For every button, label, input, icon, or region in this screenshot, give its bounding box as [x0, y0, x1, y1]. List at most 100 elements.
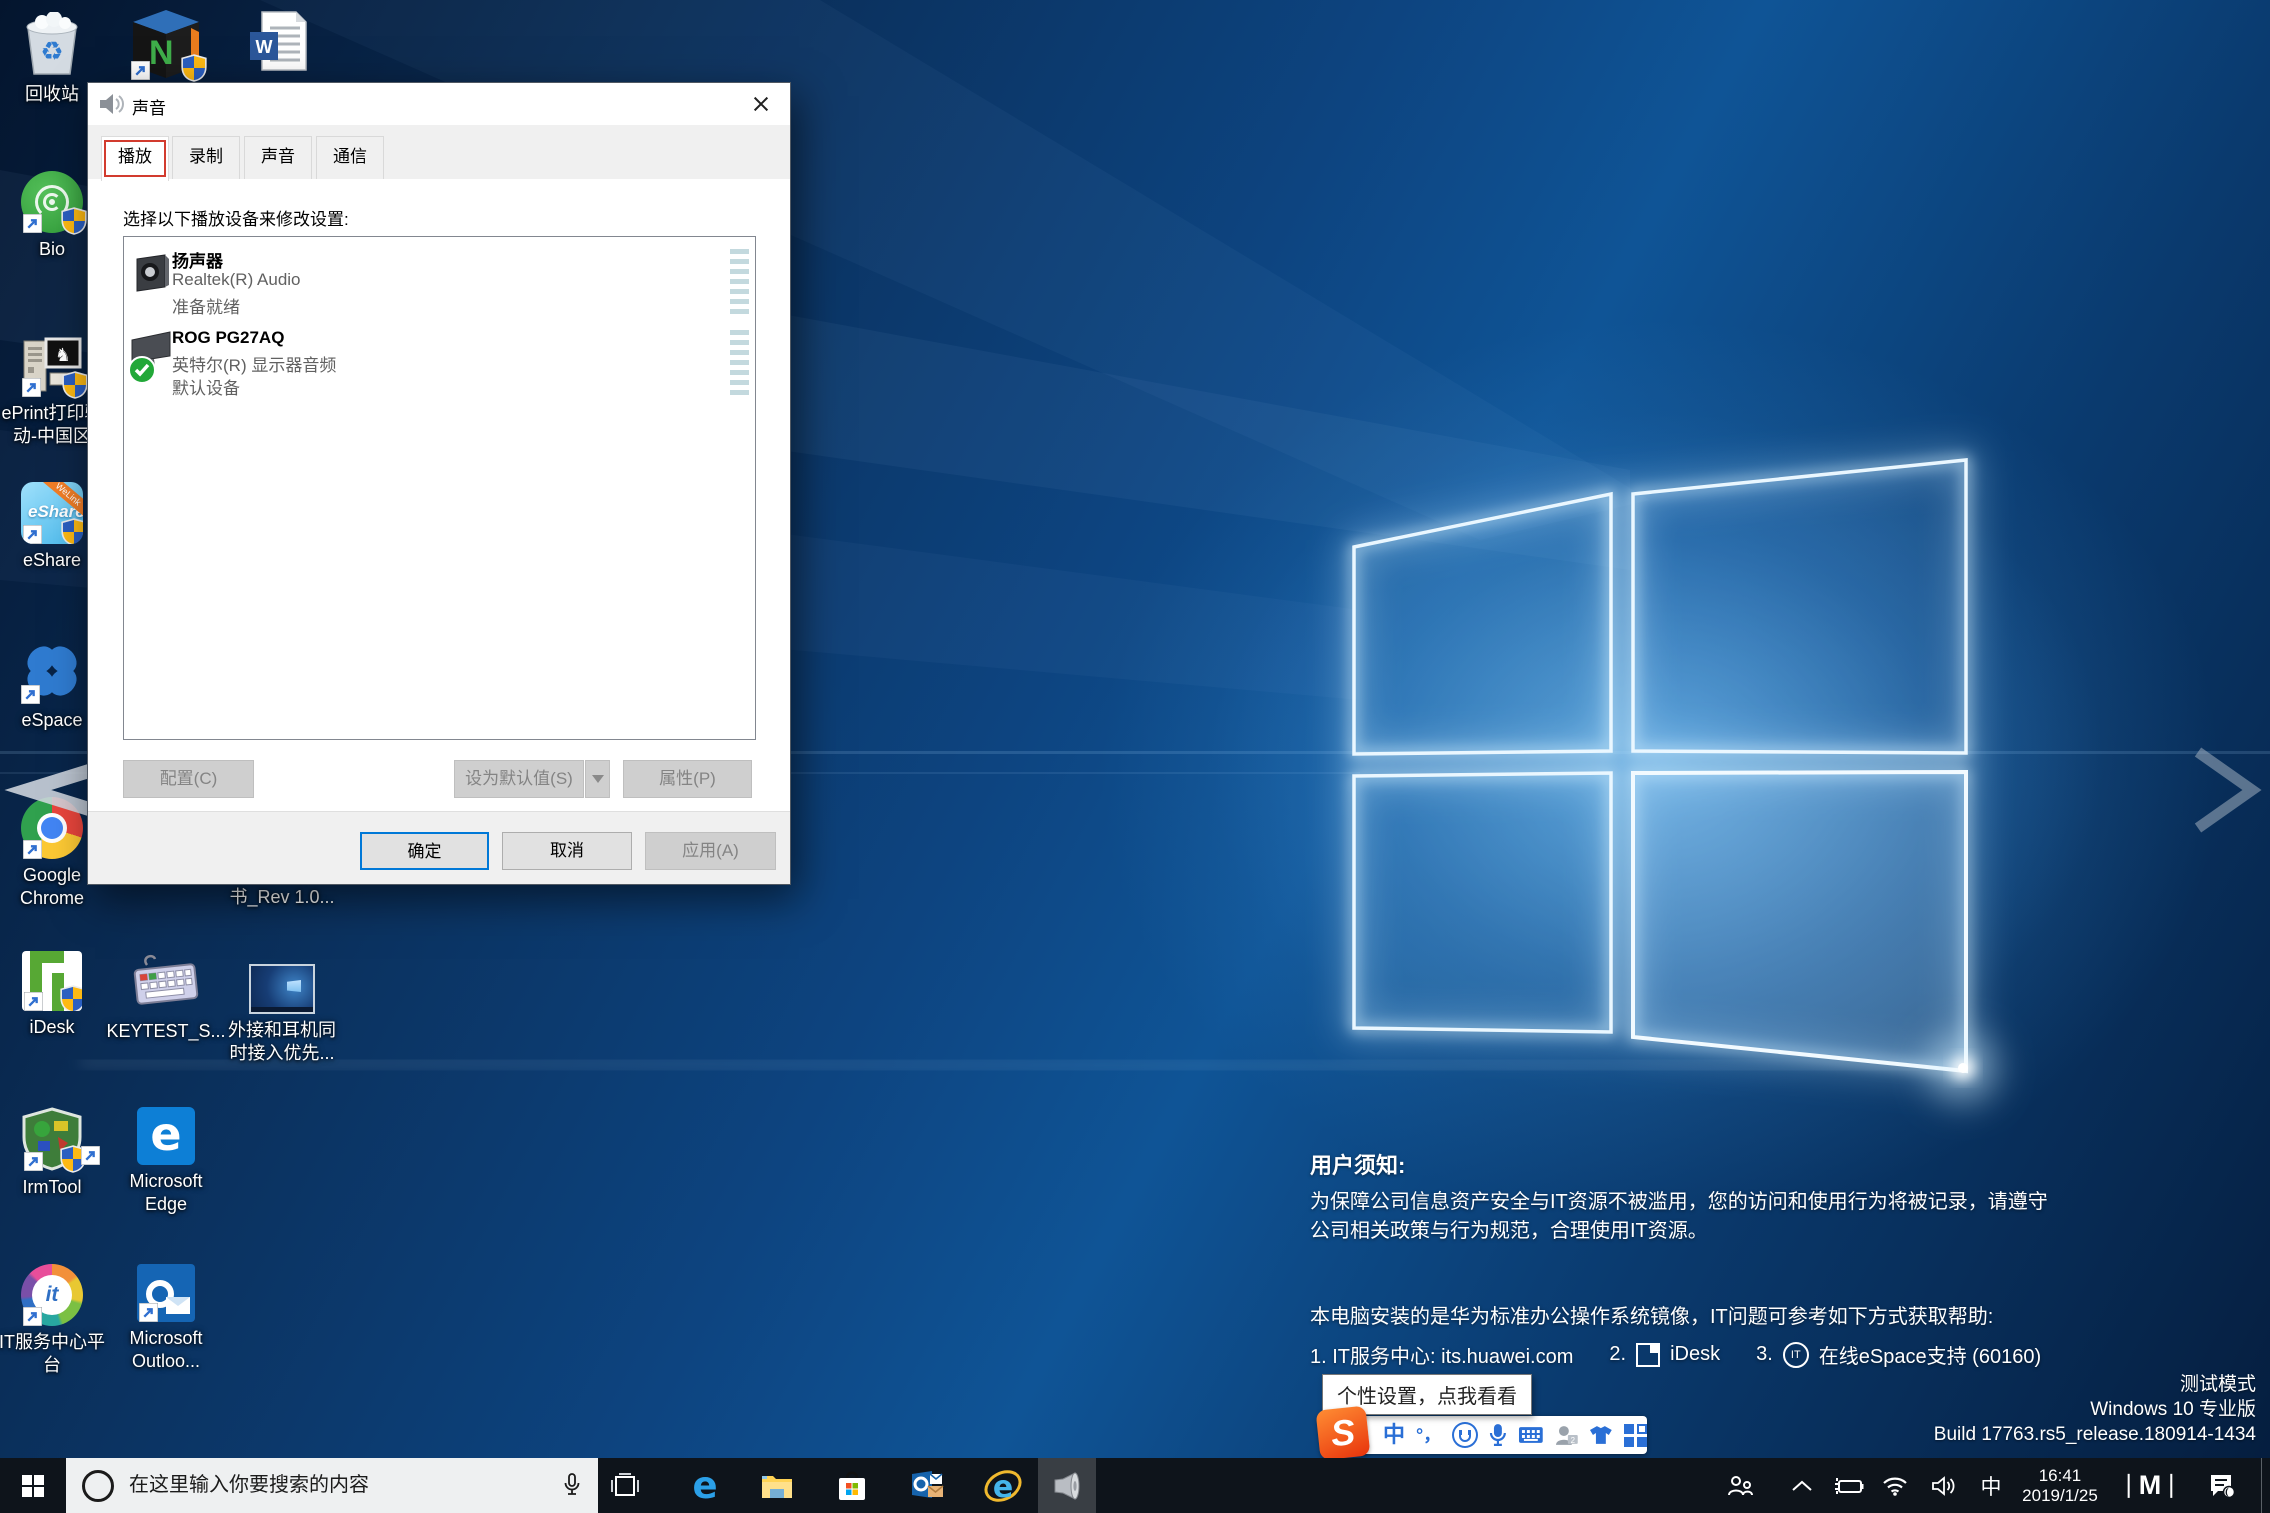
instruction-text: 选择以下播放设备来修改设置:	[123, 205, 349, 230]
tray-chevron-up-icon[interactable]	[1780, 1458, 1824, 1513]
watermark-line2: Windows 10 专业版	[1934, 1397, 2256, 1422]
task-view-icon	[610, 1473, 640, 1499]
sound-dialog: 声音 播放 录制 声音 通信 选择以下播放设备来修改设置: 扬	[87, 82, 791, 885]
apply-button[interactable]: 应用(A)	[645, 832, 776, 870]
taskbar-explorer-button[interactable]	[751, 1458, 803, 1513]
taskbar-ie-button[interactable]: e	[977, 1458, 1029, 1513]
taskbar-store-button[interactable]	[826, 1458, 878, 1513]
device-row-monitor[interactable]: ROG PG27AQ 英特尔(R) 显示器音频 默认设备	[124, 326, 755, 422]
device-description: Realtek(R) Audio	[172, 270, 301, 290]
punctuation-button[interactable]: °，	[1416, 1426, 1441, 1444]
ime-mode-button[interactable]: 中	[1383, 1424, 1405, 1446]
help-item-1: 1. IT服务中心: its.huawei.com	[1310, 1340, 1573, 1369]
tab-label: 录制	[189, 147, 223, 166]
tab-recording[interactable]: 录制	[172, 136, 240, 180]
tray-clock[interactable]: 16:41 2019/1/25	[2010, 1458, 2110, 1513]
taskbar-outlook-button[interactable]	[901, 1458, 953, 1513]
svg-text:e: e	[993, 1470, 1013, 1504]
search-input[interactable]	[127, 1473, 564, 1498]
device-name: ROG PG27AQ	[172, 328, 284, 348]
tab-label: 声音	[261, 147, 295, 166]
taskbar: e	[0, 1458, 2270, 1513]
chevron-right-icon[interactable]	[2198, 752, 2252, 828]
help-item-2-num: 2.	[1609, 1343, 1626, 1366]
file-explorer-icon	[760, 1472, 794, 1500]
internet-explorer-icon: e	[983, 1468, 1023, 1504]
tab-playback[interactable]: 播放	[101, 136, 169, 181]
device-status: 默认设备	[172, 374, 240, 399]
help-item-3: 在线eSpace支持 (60160)	[1819, 1340, 2041, 1369]
watermark-line1: 测试模式	[1934, 1372, 2256, 1397]
show-desktop-button[interactable]	[2261, 1458, 2270, 1513]
tray-date: 2019/1/25	[2022, 1486, 2098, 1506]
notice-help-row: 1. IT服务中心: its.huawei.com 2. iDesk 3. IT…	[1310, 1340, 2041, 1369]
tray-time: 16:41	[2039, 1466, 2082, 1486]
ok-button[interactable]: 确定	[360, 832, 489, 870]
device-description: 英特尔(R) 显示器音频	[172, 351, 336, 376]
cortana-icon	[82, 1470, 114, 1502]
sound-app-icon	[1051, 1470, 1083, 1502]
keyboard-button[interactable]	[1518, 1426, 1544, 1444]
dialog-footer: 确定 取消 应用(A)	[88, 811, 790, 884]
taskbar-search-box[interactable]	[66, 1458, 598, 1513]
set-default-dropdown-button[interactable]	[585, 760, 610, 798]
windows-logo-icon	[22, 1475, 44, 1497]
search-mic-icon[interactable]	[564, 1473, 580, 1499]
tray-action-center-icon[interactable]	[2200, 1458, 2244, 1513]
toolbox-button[interactable]	[1624, 1424, 1647, 1447]
dialog-title: 声音	[132, 94, 166, 119]
sogou-logo[interactable]: S	[1316, 1406, 1371, 1461]
taskbar-edge-button[interactable]: e	[679, 1458, 731, 1513]
help-item-2: iDesk	[1670, 1343, 1720, 1366]
notice-help-intro: 本电脑安装的是华为标准办公操作系统镜像，IT问题可参考如下方式获取帮助:	[1310, 1300, 1993, 1329]
help-item-3-num: 3.	[1756, 1343, 1773, 1366]
account-button[interactable]: 2	[1555, 1424, 1579, 1446]
device-name: 扬声器	[172, 247, 223, 272]
svg-text:2: 2	[1570, 1436, 1574, 1445]
speaker-device-icon	[131, 251, 171, 293]
watermark-line3: Build 17763.rs5_release.180914-1434	[1934, 1422, 2256, 1447]
dialog-titlebar[interactable]: 声音	[88, 83, 790, 125]
close-button[interactable]	[732, 83, 790, 125]
properties-button[interactable]: 属性(P)	[623, 760, 752, 798]
skin-button[interactable]	[1589, 1424, 1613, 1446]
desktop-screen: ♻ 回收站 N W	[0, 0, 2270, 1513]
emoji-button[interactable]	[1452, 1422, 1478, 1448]
set-default-button[interactable]: 设为默认值(S)	[454, 760, 584, 798]
tray-m-app-icon[interactable]: ❘M❘	[2128, 1458, 2172, 1513]
notice-body: 为保障公司信息资产安全与IT资源不被滥用，您的访问和使用行为将被记录，请遵守 公…	[1310, 1188, 2210, 1246]
volume-meter	[730, 330, 749, 398]
m-logo: M	[2139, 1470, 2162, 1501]
notice-title: 用户须知:	[1310, 1148, 1405, 1180]
task-view-button[interactable]	[599, 1458, 651, 1513]
tab-sounds[interactable]: 声音	[244, 136, 312, 180]
playback-tab-page: 选择以下播放设备来修改设置: 扬声器 Realtek(R) Audio 准备就绪	[88, 179, 790, 811]
dialog-tab-strip: 播放 录制 声音 通信	[88, 125, 790, 180]
tray-ime-indicator[interactable]: 中	[1969, 1458, 2013, 1513]
taskbar-sound-app-button[interactable]	[1038, 1458, 1096, 1513]
device-status: 准备就绪	[172, 293, 240, 318]
idesk-mini-icon	[1636, 1343, 1660, 1367]
outlook-icon	[910, 1470, 944, 1502]
tray-wifi-icon[interactable]	[1873, 1458, 1917, 1513]
tray-people-icon[interactable]	[1718, 1458, 1762, 1513]
dropdown-arrow-icon	[592, 775, 604, 789]
tab-label: 通信	[333, 147, 367, 166]
sogou-toolbar: 中 °， 2	[1325, 1416, 1647, 1454]
monitor-device-icon	[128, 330, 174, 386]
tray-volume-icon[interactable]	[1922, 1458, 1966, 1513]
configure-button[interactable]: 配置(C)	[123, 760, 254, 798]
tab-communications[interactable]: 通信	[316, 136, 384, 180]
start-button[interactable]	[0, 1458, 66, 1513]
tray-battery-icon[interactable]	[1827, 1458, 1871, 1513]
edge-icon: e	[692, 1467, 717, 1504]
sound-dialog-icon	[98, 92, 124, 116]
cancel-button[interactable]: 取消	[502, 832, 632, 870]
espace-mini-icon: IT	[1783, 1342, 1809, 1368]
volume-meter	[730, 249, 749, 318]
voice-input-button[interactable]	[1489, 1423, 1507, 1447]
store-icon	[837, 1470, 867, 1502]
tab-focus-rectangle	[104, 140, 166, 177]
test-mode-watermark: 测试模式 Windows 10 专业版 Build 17763.rs5_rele…	[1934, 1372, 2256, 1447]
playback-device-list[interactable]: 扬声器 Realtek(R) Audio 准备就绪 ROG PG27AQ 英特尔…	[123, 236, 756, 740]
